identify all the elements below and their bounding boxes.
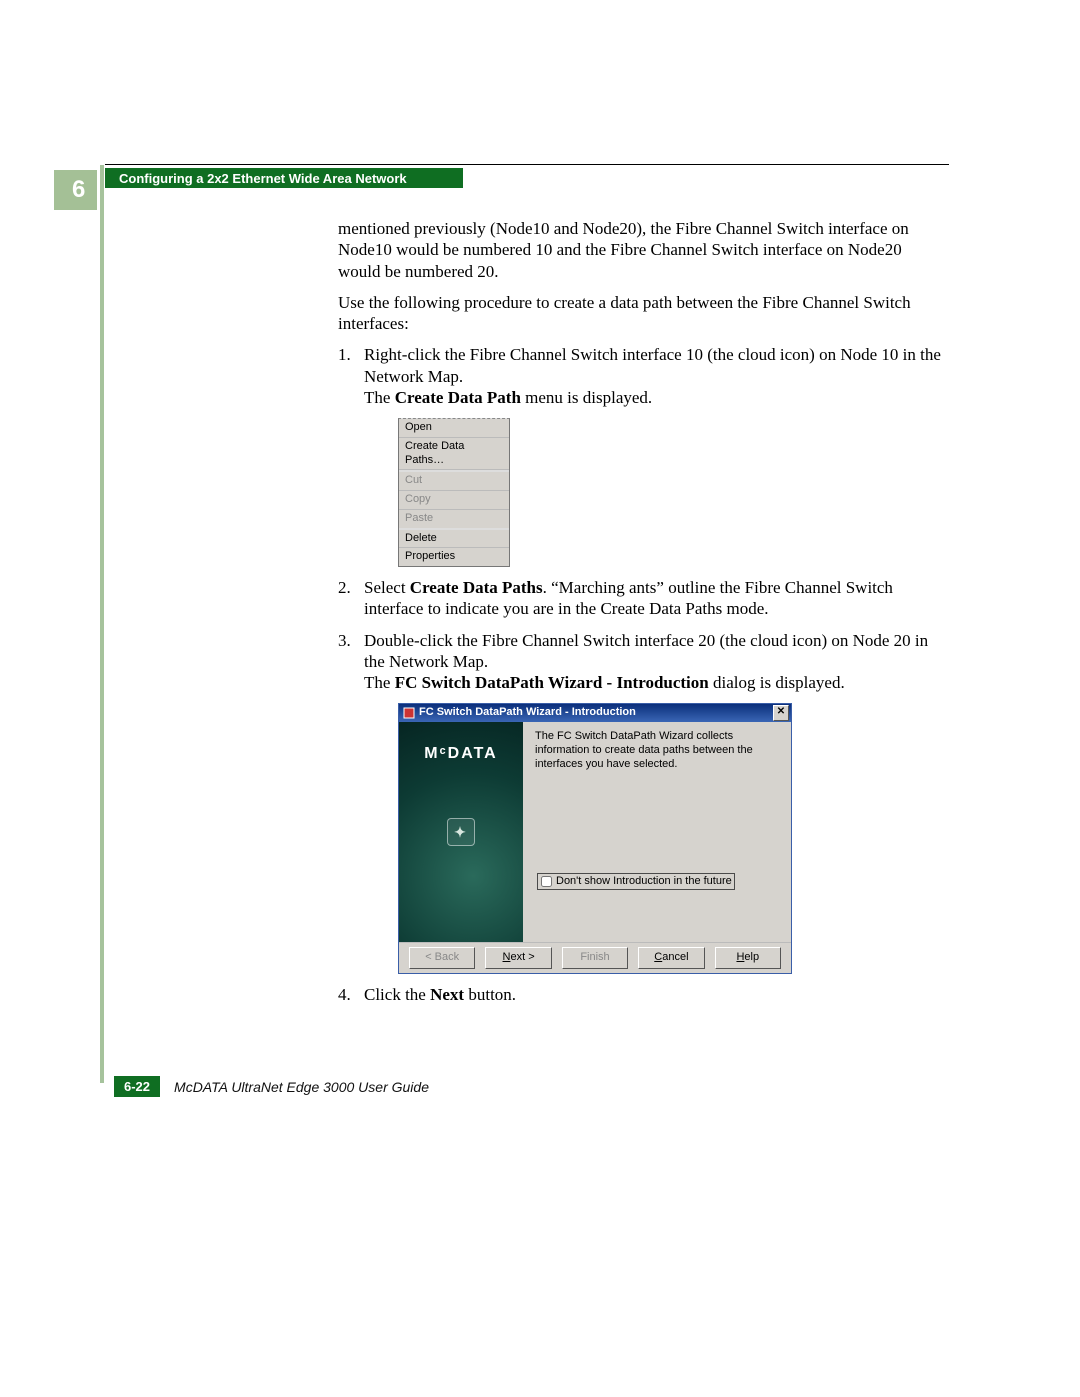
next-button[interactable]: Next > — [485, 947, 551, 969]
dialog-description: The FC Switch DataPath Wizard collects i… — [535, 730, 781, 771]
menu-item-cut: Cut — [399, 472, 509, 491]
menu-item-paste: Paste — [399, 510, 509, 528]
menu-item-copy: Copy — [399, 491, 509, 510]
brand-logo-text: MᶜDATA — [399, 744, 523, 764]
dialog-title: FC Switch DataPath Wizard - Introduction — [419, 706, 773, 720]
dialog-right-panel: The FC Switch DataPath Wizard collects i… — [523, 722, 791, 942]
paragraph-intro: mentioned previously (Node10 and Node20)… — [338, 218, 948, 282]
dialog-titlebar: FC Switch DataPath Wizard - Introduction… — [399, 704, 791, 722]
dontshow-text: Don't show Introduction in the future — [556, 875, 732, 889]
title-icon — [403, 707, 415, 719]
help-button[interactable]: Help — [715, 947, 781, 969]
dialog-body: MᶜDATA ✦ The FC Switch DataPath Wizard c… — [399, 722, 791, 942]
step-1-result: The Create Data Path menu is displayed. — [364, 387, 948, 408]
menu-item-open[interactable]: Open — [399, 419, 509, 438]
body-content: mentioned previously (Node10 and Node20)… — [338, 218, 948, 1016]
page-footer: 6-22 McDATA UltraNet Edge 3000 User Guid… — [114, 1076, 429, 1097]
procedure-steps: Right-click the Fibre Channel Switch int… — [338, 344, 948, 1005]
context-menu: Open Create Data Paths… Cut Copy Paste D… — [398, 418, 510, 567]
step-2: Select Create Data Paths. “Marching ants… — [338, 577, 948, 620]
wizard-dialog: FC Switch DataPath Wizard - Introduction… — [398, 703, 792, 974]
dialog-footer: < Back Next > Finish Cancel Help — [399, 942, 791, 973]
step-4: Click the Next button. — [338, 984, 948, 1005]
brand-icon: ✦ — [447, 818, 475, 846]
step-1: Right-click the Fibre Channel Switch int… — [338, 344, 948, 567]
menu-item-delete[interactable]: Delete — [399, 530, 509, 549]
finish-button: Finish — [562, 947, 628, 969]
paragraph-use: Use the following procedure to create a … — [338, 292, 948, 335]
step-3-text: Double-click the Fibre Channel Switch in… — [364, 631, 928, 671]
dontshow-checkbox-label[interactable]: Don't show Introduction in the future — [537, 873, 735, 891]
step-3-result: The FC Switch DataPath Wizard - Introduc… — [364, 672, 948, 693]
dontshow-checkbox[interactable] — [541, 876, 552, 887]
section-header-bar: Configuring a 2x2 Ethernet Wide Area Net… — [105, 168, 463, 188]
top-rule — [105, 164, 949, 165]
back-button: < Back — [409, 947, 475, 969]
cancel-button[interactable]: Cancel — [638, 947, 704, 969]
menu-item-properties[interactable]: Properties — [399, 548, 509, 566]
page-number: 6-22 — [114, 1076, 160, 1097]
page: 6 Configuring a 2x2 Ethernet Wide Area N… — [0, 0, 1080, 1397]
dialog-brand-panel: MᶜDATA ✦ — [399, 722, 523, 942]
chapter-number-tab: 6 — [54, 170, 97, 210]
step-3: Double-click the Fibre Channel Switch in… — [338, 630, 948, 975]
footer-doc-title: McDATA UltraNet Edge 3000 User Guide — [174, 1079, 429, 1095]
close-icon[interactable]: ✕ — [773, 705, 789, 721]
menu-item-create-data-paths[interactable]: Create Data Paths… — [399, 438, 509, 471]
sidebar-line — [100, 165, 104, 1083]
step-1-text: Right-click the Fibre Channel Switch int… — [364, 345, 941, 385]
